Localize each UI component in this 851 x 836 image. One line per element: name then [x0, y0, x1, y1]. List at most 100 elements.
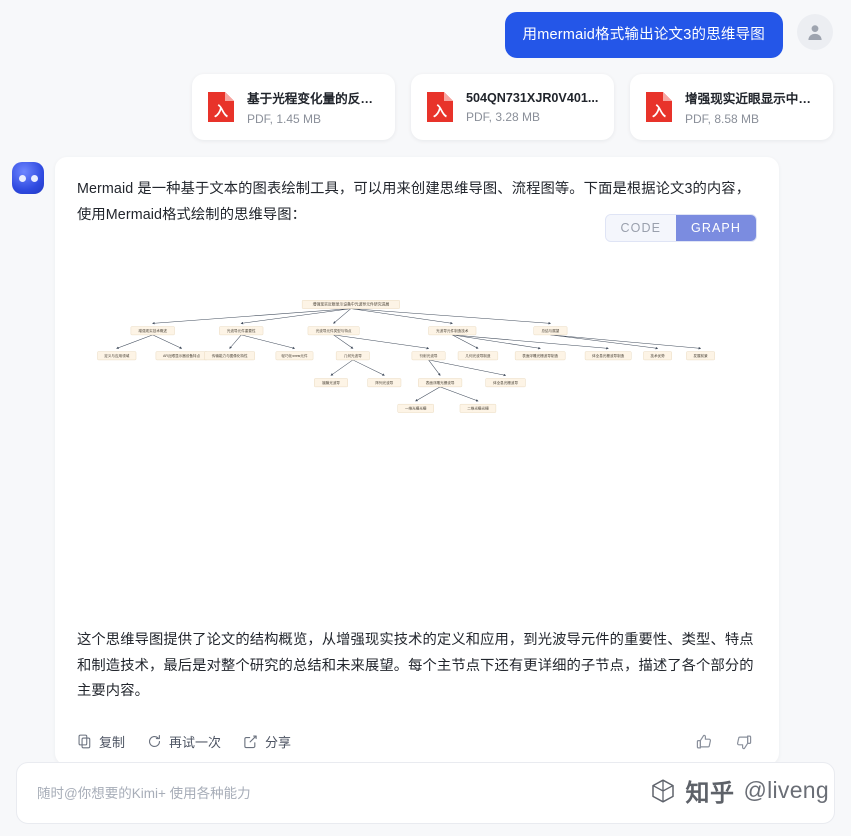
share-icon	[244, 735, 257, 749]
mindmap-node[interactable]: 一维光栅光栅	[397, 404, 434, 413]
user-message-row: 用mermaid格式输出论文3的思维导图	[0, 0, 851, 59]
mindmap-node[interactable]: 镀膜光波导	[314, 378, 348, 388]
svg-text:入: 入	[433, 104, 447, 120]
user-avatar[interactable]	[797, 14, 833, 50]
view-mode-toggle[interactable]: CODE GRAPH	[604, 214, 757, 243]
mindmap-node-label: 体全息光栅波导	[493, 380, 518, 385]
mindmap-edge	[229, 334, 242, 350]
tab-code[interactable]: CODE	[605, 215, 677, 242]
mindmap-node-label: AR近眼显示器设备特点	[163, 353, 201, 358]
mindmap-edge	[240, 308, 351, 325]
mindmap-edge	[350, 308, 453, 325]
mindmap-node[interactable]: 传输能力与图像化特性	[204, 351, 255, 361]
mindmap-edge	[428, 359, 507, 377]
attachment-card[interactable]: 入 增强现实近眼显示中辐... PDF, 8.58 MB	[630, 74, 833, 141]
mindmap-edge	[152, 308, 351, 325]
mindmap-edge	[352, 359, 385, 376]
attachment-meta: PDF, 1.45 MB	[247, 112, 322, 127]
mindmap-node-label: 光波导元件类型与特点	[316, 328, 352, 333]
mindmap-node[interactable]: 定义与应用领域	[97, 351, 137, 361]
message-composer[interactable]	[16, 762, 835, 824]
mindmap-node[interactable]: 衍射光波导	[411, 351, 446, 361]
mindmap-edge	[152, 334, 183, 349]
mindmap-node-label: 技术优势	[650, 353, 665, 358]
attachment-name: 504QN731XJR0V401...	[466, 90, 599, 105]
svg-text:入: 入	[652, 104, 666, 120]
mindmap-edge	[241, 334, 296, 350]
mindmap-edge	[333, 334, 430, 350]
kimi-bot-icon-right	[30, 174, 38, 182]
mindmap-node[interactable]: 增强现实技术概述	[130, 326, 175, 336]
mindmap-node[interactable]: 总结与展望	[533, 326, 568, 336]
mindmap-node[interactable]: 表面浮雕光栅波导制造	[514, 351, 566, 361]
message-input[interactable]	[35, 763, 816, 823]
mindmap-node[interactable]: 表面浮雕光栅波导	[418, 378, 463, 388]
mindmap-edge	[116, 334, 153, 350]
mermaid-mindmap-graph[interactable]: 增强现实近眼显示设备中光波导元件研究进展增强现实技术概述 光波导元件重要性 光波导元…	[77, 258, 757, 628]
mindmap-node[interactable]: 轻巧化элем元件	[275, 351, 314, 361]
mindmap-node[interactable]: 增强现实近眼显示设备中光波导元件研究进展	[301, 300, 400, 310]
mindmap-node-label: 二维光栅光栅	[467, 406, 489, 411]
mindmap-node-label: 表面浮雕光栅波导	[426, 380, 455, 385]
attachment-list: 入 基于光程变化量的反射... PDF, 1.45 MB 入 504QN731X…	[0, 58, 851, 141]
mindmap-edge	[428, 359, 441, 377]
mindmap-node[interactable]: 阵列光波导	[367, 378, 402, 388]
attachment-name: 增强现实近眼显示中辐...	[685, 92, 819, 107]
mindmap-edge	[415, 386, 441, 402]
mindmap-node[interactable]: 几何光波导	[335, 351, 370, 361]
svg-text:入: 入	[214, 104, 228, 120]
copy-button[interactable]: 复制	[77, 732, 125, 751]
mindmap-node[interactable]: AR近眼显示器设备特点	[155, 351, 208, 361]
mindmap-node[interactable]: 技术优势	[643, 351, 672, 361]
mindmap-edge	[350, 308, 552, 325]
mindmap-node-label: 轻巧化элем元件	[281, 353, 308, 358]
attachment-card[interactable]: 入 基于光程变化量的反射... PDF, 1.45 MB	[192, 74, 395, 141]
mindmap-node[interactable]: 几何光波导制造	[457, 351, 499, 361]
share-button[interactable]: 分享	[243, 732, 291, 751]
message-action-toolbar: 复制 再试一次 分享	[77, 728, 757, 751]
mindmap-node-label: 增强现实技术概述	[138, 328, 167, 333]
pdf-file-icon: 入	[427, 92, 453, 123]
pdf-file-icon: 入	[646, 92, 672, 123]
mindmap-node-label: 体全息光栅波导制造	[592, 353, 625, 358]
mindmap-node[interactable]: 光波导元件制造技术	[428, 326, 477, 336]
attachment-meta: PDF, 3.28 MB	[466, 109, 541, 124]
tab-graph[interactable]: GRAPH	[676, 215, 756, 242]
mindmap-node-label: 光波导元件制造技术	[436, 328, 469, 333]
mindmap-edge	[333, 334, 354, 349]
attachment-card[interactable]: 入 504QN731XJR0V401... PDF, 3.28 MB	[411, 74, 614, 141]
mindmap-nodes: 增强现实近眼显示设备中光波导元件研究进展增强现实技术概述 光波导元件重要性 光波导元…	[97, 300, 715, 413]
mindmap-node[interactable]: 体全息光栅波导	[485, 378, 526, 388]
thumbs-up-icon[interactable]	[695, 733, 713, 751]
attachment-name: 基于光程变化量的反射...	[247, 92, 381, 107]
mindmap-svg: 增强现实近眼显示设备中光波导元件研究进展增强现实技术概述 光波导元件重要性 光波导元…	[97, 300, 715, 413]
mindmap-node-label: 衍射光波导	[420, 353, 438, 358]
mindmap-node[interactable]: 体全息光栅波导制造	[584, 351, 632, 361]
retry-button[interactable]: 再试一次	[147, 732, 221, 751]
mindmap-node-label: 镀膜光波导	[322, 380, 340, 385]
pdf-file-icon: 入	[208, 92, 234, 123]
mindmap-node-label: 阵列光波导	[375, 380, 393, 385]
mindmap-node-label: 传输能力与图像化特性	[212, 353, 248, 358]
mindmap-node-label: 光波导元件重要性	[227, 328, 256, 333]
copy-icon	[78, 735, 91, 749]
attachment-meta: PDF, 8.58 MB	[685, 112, 760, 127]
mindmap-node-label: 增强现实近眼显示设备中光波导元件研究进展	[313, 302, 390, 307]
mindmap-node-label: 几何光波导	[344, 353, 362, 358]
mindmap-edge	[550, 334, 659, 350]
mindmap-node-label: 发展前景	[693, 353, 708, 358]
mindmap-node-label: 定义与应用领域	[104, 353, 129, 358]
mindmap-node-label: 总结与展望	[541, 328, 559, 333]
assistant-summary-text: 这个思维导图提供了论文的结构概览，从增强现实技术的定义和应用，到光波导元件的重要…	[77, 632, 754, 700]
thumbs-down-icon[interactable]	[735, 733, 753, 751]
kimi-bot-icon	[18, 174, 26, 182]
assistant-answer-card: Mermaid 是一种基于文本的图表绘制工具，可以用来创建思维导图、流程图等。下…	[55, 157, 779, 766]
refresh-icon	[149, 735, 161, 748]
mindmap-node[interactable]: 光波导元件重要性	[219, 326, 264, 336]
user-avatar-icon	[808, 25, 822, 40]
mindmap-edge	[330, 359, 353, 376]
mindmap-node[interactable]: 二维光栅光栅	[459, 404, 497, 413]
mindmap-edge	[452, 334, 609, 350]
mindmap-node[interactable]: 发展前景	[686, 351, 715, 361]
mindmap-node[interactable]: 光波导元件类型与特点	[307, 326, 360, 336]
